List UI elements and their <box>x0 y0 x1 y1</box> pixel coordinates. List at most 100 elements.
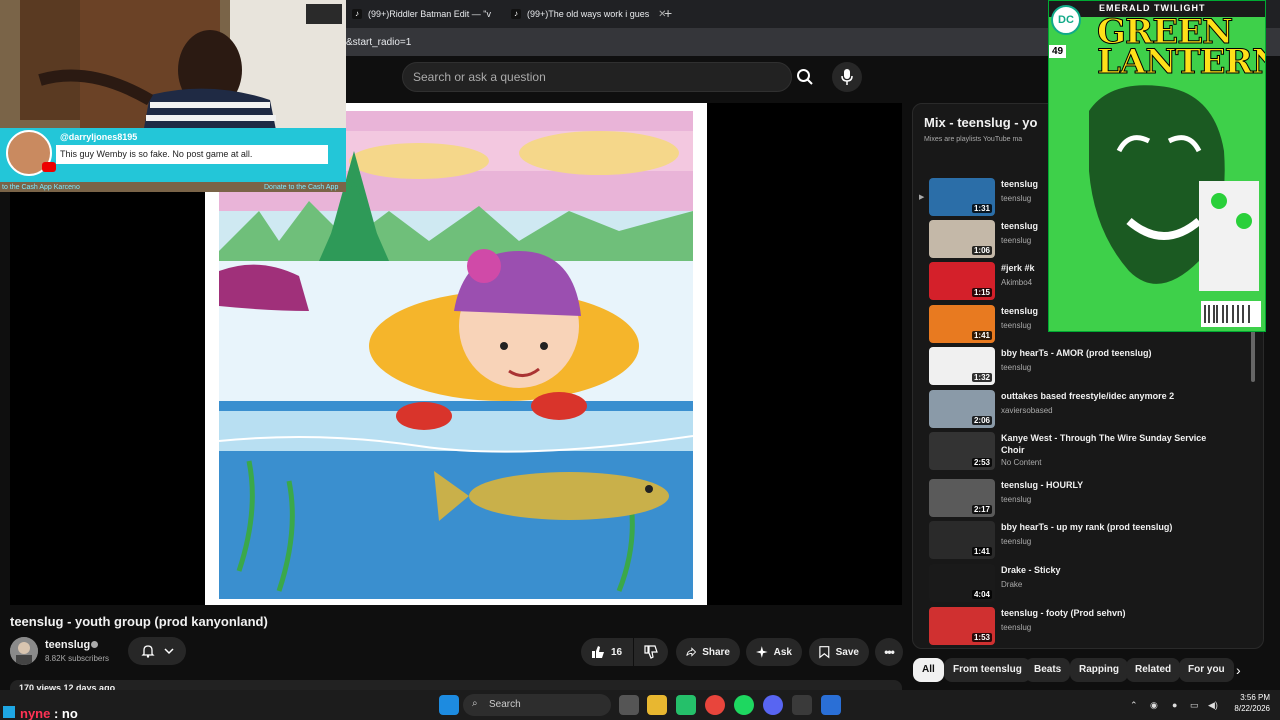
chip-all[interactable]: All <box>913 658 944 682</box>
playlist-item-channel: teenslug <box>1001 194 1032 203</box>
app-icon[interactable] <box>821 695 841 715</box>
discord-icon[interactable] <box>763 695 783 715</box>
now-playing-icon: ▶ <box>919 194 925 201</box>
playlist-item-thumbnail[interactable]: 2:53 <box>929 432 995 470</box>
subscriber-count: 8.82K subscribers <box>45 654 110 663</box>
youtube-icon <box>42 162 56 172</box>
playlist-item-thumbnail[interactable]: 1:41 <box>929 521 995 559</box>
playlist-item-channel: No Content <box>1001 458 1042 467</box>
browser-tab[interactable]: ♪ (99+)The old ways work i gues ✕ <box>505 4 673 24</box>
playlist-item[interactable]: 2:06 outtakes based freestyle/idec anymor… <box>929 390 1249 428</box>
playlist-item-title[interactable]: Drake - Sticky <box>1001 564 1211 576</box>
playlist-item[interactable]: 2:17 teenslug - HOURLY teenslug <box>929 479 1249 517</box>
playlist-item-thumbnail[interactable]: 2:06 <box>929 390 995 428</box>
file-explorer-icon[interactable] <box>647 695 667 715</box>
playlist-item-thumbnail[interactable]: 1:06 <box>929 220 995 258</box>
comic-issue-number: 49 <box>1049 45 1067 58</box>
playlist-item-channel: teenslug <box>1001 537 1032 546</box>
channel-avatar[interactable] <box>10 637 38 665</box>
taskbar-search-label: Search <box>489 699 521 710</box>
chevron-right-icon[interactable]: › <box>1236 662 1241 678</box>
playlist-item[interactable]: 2:53 Kanye West - Through The Wire Sunday… <box>929 432 1249 470</box>
thumbs-down-icon <box>644 645 658 659</box>
duration-badge: 1:41 <box>971 547 992 556</box>
playlist-item[interactable]: 1:41 bby hearTs - up my rank (prod teensl… <box>929 521 1249 559</box>
task-view-icon[interactable] <box>619 695 639 715</box>
playlist-item-channel: teenslug <box>1001 495 1032 504</box>
dc-logo: DC <box>1051 5 1081 35</box>
channel-name[interactable]: teenslug <box>45 639 90 651</box>
tiktok-icon: ♪ <box>352 9 362 19</box>
playlist-item-thumbnail[interactable]: 1:31 <box>929 178 995 216</box>
duration-badge: 1:15 <box>971 288 992 297</box>
system-clock[interactable]: 3:56 PM 8/22/2026 <box>1226 692 1270 714</box>
app-icon[interactable] <box>792 695 812 715</box>
share-button[interactable]: Share <box>676 638 740 666</box>
windows-start-icon[interactable] <box>439 695 459 715</box>
taskbar-search[interactable]: ⌕ Search <box>463 694 611 716</box>
playlist-item[interactable]: 1:32 bby hearTs - AMOR (prod teenslug) tee… <box>929 347 1249 385</box>
ask-button[interactable]: Ask <box>746 638 802 666</box>
subscription-notifications-button[interactable] <box>128 637 186 665</box>
playlist-item-thumbnail[interactable]: 1:53 <box>929 607 995 645</box>
playlist-item-channel: Drake <box>1001 580 1023 589</box>
share-label: Share <box>702 646 730 658</box>
playlist-item[interactable]: 1:53 teenslug - footy (Prod sehvn) teenslu… <box>929 607 1249 645</box>
dislike-button[interactable] <box>634 638 668 666</box>
bookmark-icon <box>819 646 830 659</box>
playlist-item-title[interactable]: teenslug - HOURLY <box>1001 479 1211 491</box>
search-button[interactable] <box>792 62 818 92</box>
more-actions-button[interactable]: ••• <box>875 638 903 666</box>
playlist-item-thumbnail[interactable]: 4:04 <box>929 564 995 602</box>
tiktok-icon: ♪ <box>511 9 521 19</box>
playlist-item-title[interactable]: outtakes based freestyle/idec anymore 2 <box>1001 390 1211 402</box>
playlist-item-title[interactable]: teenslug - footy (Prod sehvn) <box>1001 607 1211 619</box>
chrome-icon[interactable] <box>705 695 725 715</box>
comic-cover-overlay: EMERALD TWILIGHT DC GREEN LANTERN 49 <box>1048 0 1266 332</box>
ask-label: Ask <box>773 646 792 658</box>
spotify-icon[interactable] <box>734 695 754 715</box>
duration-badge: 1:53 <box>971 633 992 642</box>
duration-badge: 2:53 <box>971 458 992 467</box>
save-button[interactable]: Save <box>809 638 869 666</box>
search-placeholder: Search or ask a question <box>413 70 546 84</box>
microphone-icon[interactable]: ● <box>1172 700 1177 710</box>
comic-title-line2: LANTERN <box>1097 42 1266 82</box>
playlist-item-title[interactable]: bby hearTs - AMOR (prod teenslug) <box>1001 347 1211 359</box>
like-button[interactable]: 16 <box>581 638 633 666</box>
windows-taskbar <box>0 690 1280 720</box>
save-label: Save <box>835 646 859 658</box>
playlist-item[interactable]: 4:04 Drake - Sticky Drake <box>929 564 1249 602</box>
playlist-item-thumbnail[interactable]: 1:32 <box>929 347 995 385</box>
search-input[interactable]: Search or ask a question <box>402 62 792 92</box>
tray-discord-icon[interactable]: ◉ <box>1150 700 1158 711</box>
duration-badge: 1:41 <box>971 331 992 340</box>
playlist-item-title[interactable]: bby hearTs - up my rank (prod teenslug) <box>1001 521 1211 533</box>
duration-badge: 4:04 <box>971 590 992 599</box>
playlist-scrollbar[interactable] <box>1251 330 1255 382</box>
voice-search-button[interactable] <box>832 62 862 92</box>
chip-rapping[interactable]: Rapping <box>1070 658 1128 682</box>
chip-for-you[interactable]: For you <box>1179 658 1234 682</box>
playlist-item-thumbnail[interactable]: 1:41 <box>929 305 995 343</box>
new-tab-button[interactable]: + <box>664 5 672 21</box>
clock-time: 3:56 PM <box>1240 693 1270 702</box>
playlist-item-title[interactable]: Kanye West - Through The Wire Sunday Ser… <box>1001 432 1211 456</box>
url-text: &start_radio=1 <box>346 37 412 48</box>
share-icon <box>686 647 697 657</box>
chip-related[interactable]: Related <box>1126 658 1181 682</box>
chip-from-teenslug[interactable]: From teenslug <box>944 658 1031 682</box>
playlist-item-channel: teenslug <box>1001 363 1032 372</box>
microphone-icon <box>841 69 853 85</box>
playlist-item-thumbnail[interactable]: 2:17 <box>929 479 995 517</box>
chip-beats[interactable]: Beats <box>1025 658 1071 682</box>
playlist-item-thumbnail[interactable]: 1:15 <box>929 262 995 300</box>
duration-badge: 1:32 <box>971 373 992 382</box>
mix-title: Mix - teenslug - yo <box>924 115 1038 130</box>
tray-chevron-up-icon[interactable]: ⌃ <box>1130 700 1138 711</box>
browser-tab[interactable]: ♪ (99+)Riddler Batman Edit — "v ✕ <box>346 4 525 24</box>
app-green-icon[interactable] <box>676 695 696 715</box>
playlist-item-channel: teenslug <box>1001 623 1032 632</box>
volume-icon[interactable]: ◀) <box>1208 700 1218 711</box>
network-icon[interactable]: ▭ <box>1190 700 1199 711</box>
